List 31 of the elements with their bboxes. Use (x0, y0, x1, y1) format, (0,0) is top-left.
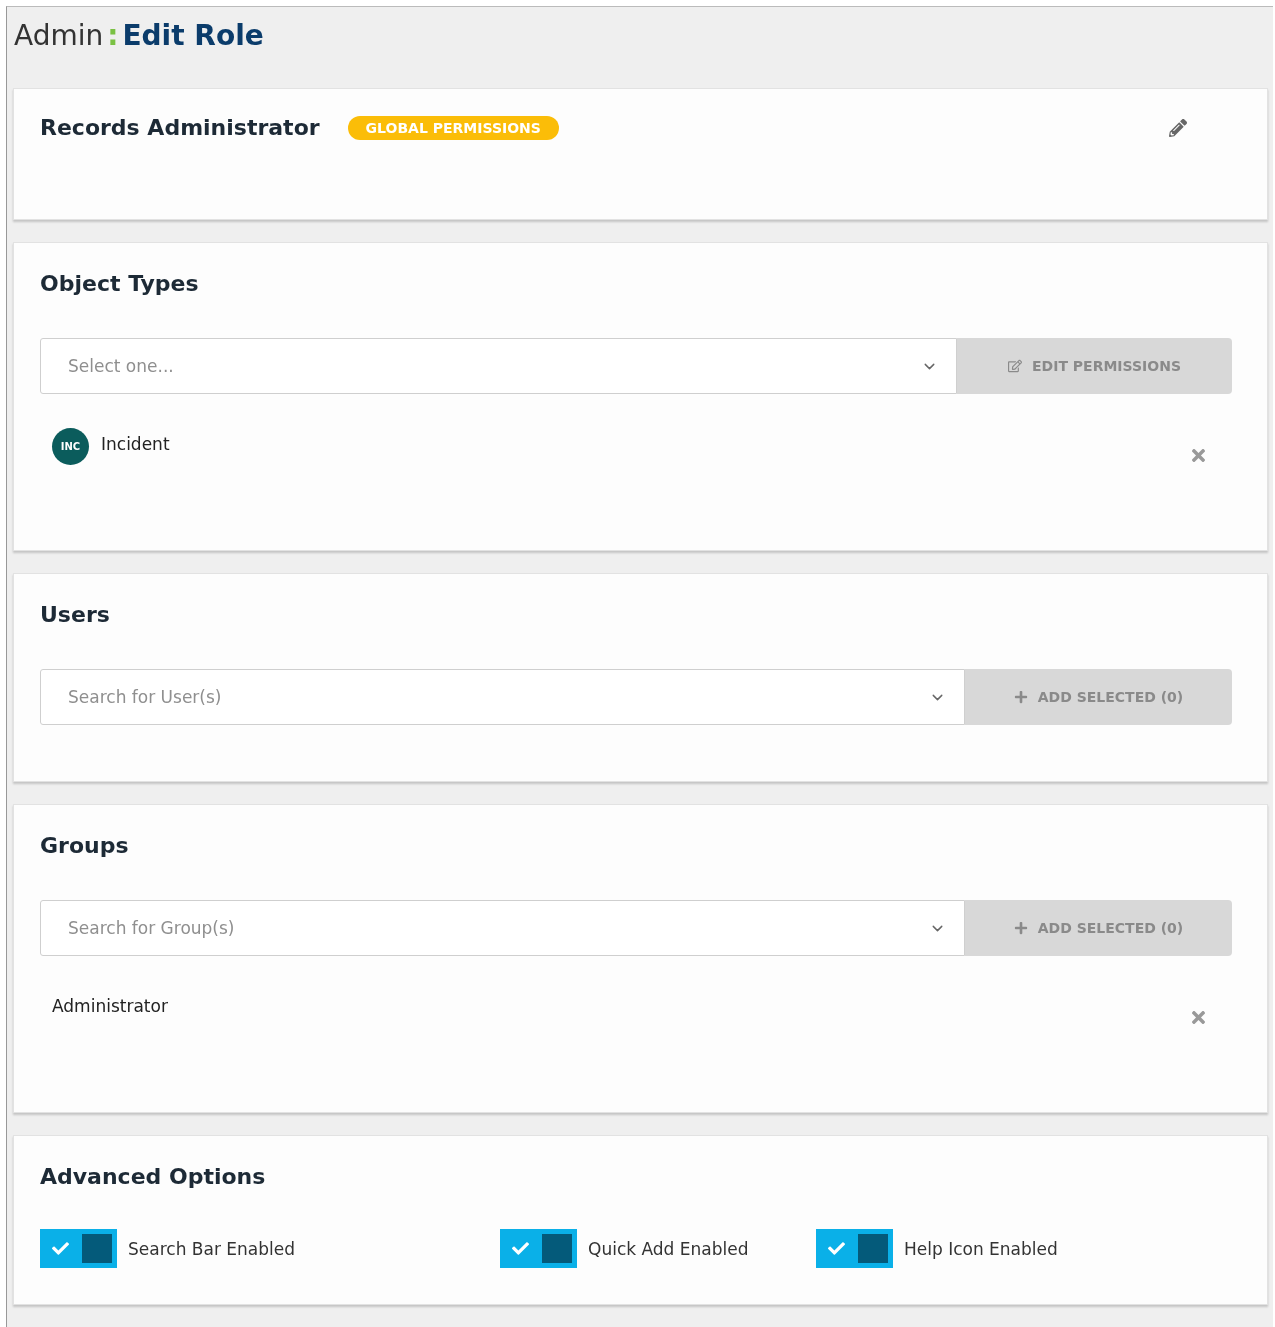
section-title: Advanced Options (40, 1164, 267, 1189)
remove-icon[interactable] (1189, 446, 1208, 465)
item-label: Administrator (52, 996, 168, 1016)
section-title: Users (40, 602, 111, 627)
search-input[interactable]: Search for User(s) (66, 686, 929, 708)
permission-badge: GLOBAL PERMISSIONS (347, 115, 559, 140)
role-name: Records Administrator (40, 115, 320, 140)
check-icon (828, 1240, 845, 1257)
check-icon (52, 1240, 69, 1257)
search-input[interactable]: Select one... (66, 355, 921, 377)
plus-icon (1013, 690, 1028, 704)
search-field[interactable]: Search for User(s) (40, 669, 965, 725)
option-label: Quick Add Enabled (588, 1238, 749, 1259)
page-title: Admin:Edit Role (14, 19, 265, 54)
remove-icon[interactable] (1189, 1008, 1208, 1027)
search-input[interactable]: Search for Group(s) (66, 917, 929, 939)
check-icon (512, 1240, 529, 1257)
pencil-icon[interactable] (1169, 118, 1187, 137)
section-title: Groups (40, 833, 130, 858)
toggle-switch[interactable] (816, 1229, 893, 1268)
toggle-switch[interactable] (40, 1229, 117, 1268)
item-label: Incident (101, 434, 170, 454)
plus-icon (1013, 921, 1028, 935)
search-field[interactable]: Select one... (40, 338, 957, 394)
option-label: Search Bar Enabled (128, 1238, 295, 1259)
edit-icon (1008, 359, 1022, 373)
section-title: Object Types (40, 271, 200, 296)
search-field[interactable]: Search for Group(s) (40, 900, 965, 956)
avatar-badge: INC (52, 428, 89, 465)
option-label: Help Icon Enabled (904, 1238, 1058, 1259)
toggle-switch[interactable] (500, 1229, 577, 1268)
